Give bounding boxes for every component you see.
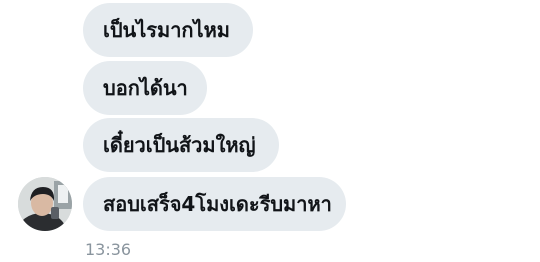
message-text: เดี๋ยวเป็นส้วมใหญ่ bbox=[103, 133, 256, 157]
chat-thread: เป็นไรมากไหม บอกได้นา เดี๋ยวเป็นส้วมใหญ่… bbox=[0, 0, 540, 262]
message-text: สอบเสร็จ4โมงเดะรีบมาหา bbox=[103, 192, 332, 216]
message-text: บอกได้นา bbox=[103, 76, 188, 100]
message-bubble-1[interactable]: เป็นไรมากไหม bbox=[83, 3, 253, 57]
message-timestamp: 13:36 bbox=[85, 240, 132, 259]
avatar-image bbox=[18, 177, 72, 231]
message-bubble-3[interactable]: เดี๋ยวเป็นส้วมใหญ่ bbox=[83, 118, 279, 172]
message-bubble-2[interactable]: บอกได้นา bbox=[83, 61, 207, 115]
message-bubble-4[interactable]: สอบเสร็จ4โมงเดะรีบมาหา bbox=[83, 177, 346, 231]
message-text: เป็นไรมากไหม bbox=[103, 18, 230, 42]
avatar[interactable] bbox=[18, 177, 72, 231]
